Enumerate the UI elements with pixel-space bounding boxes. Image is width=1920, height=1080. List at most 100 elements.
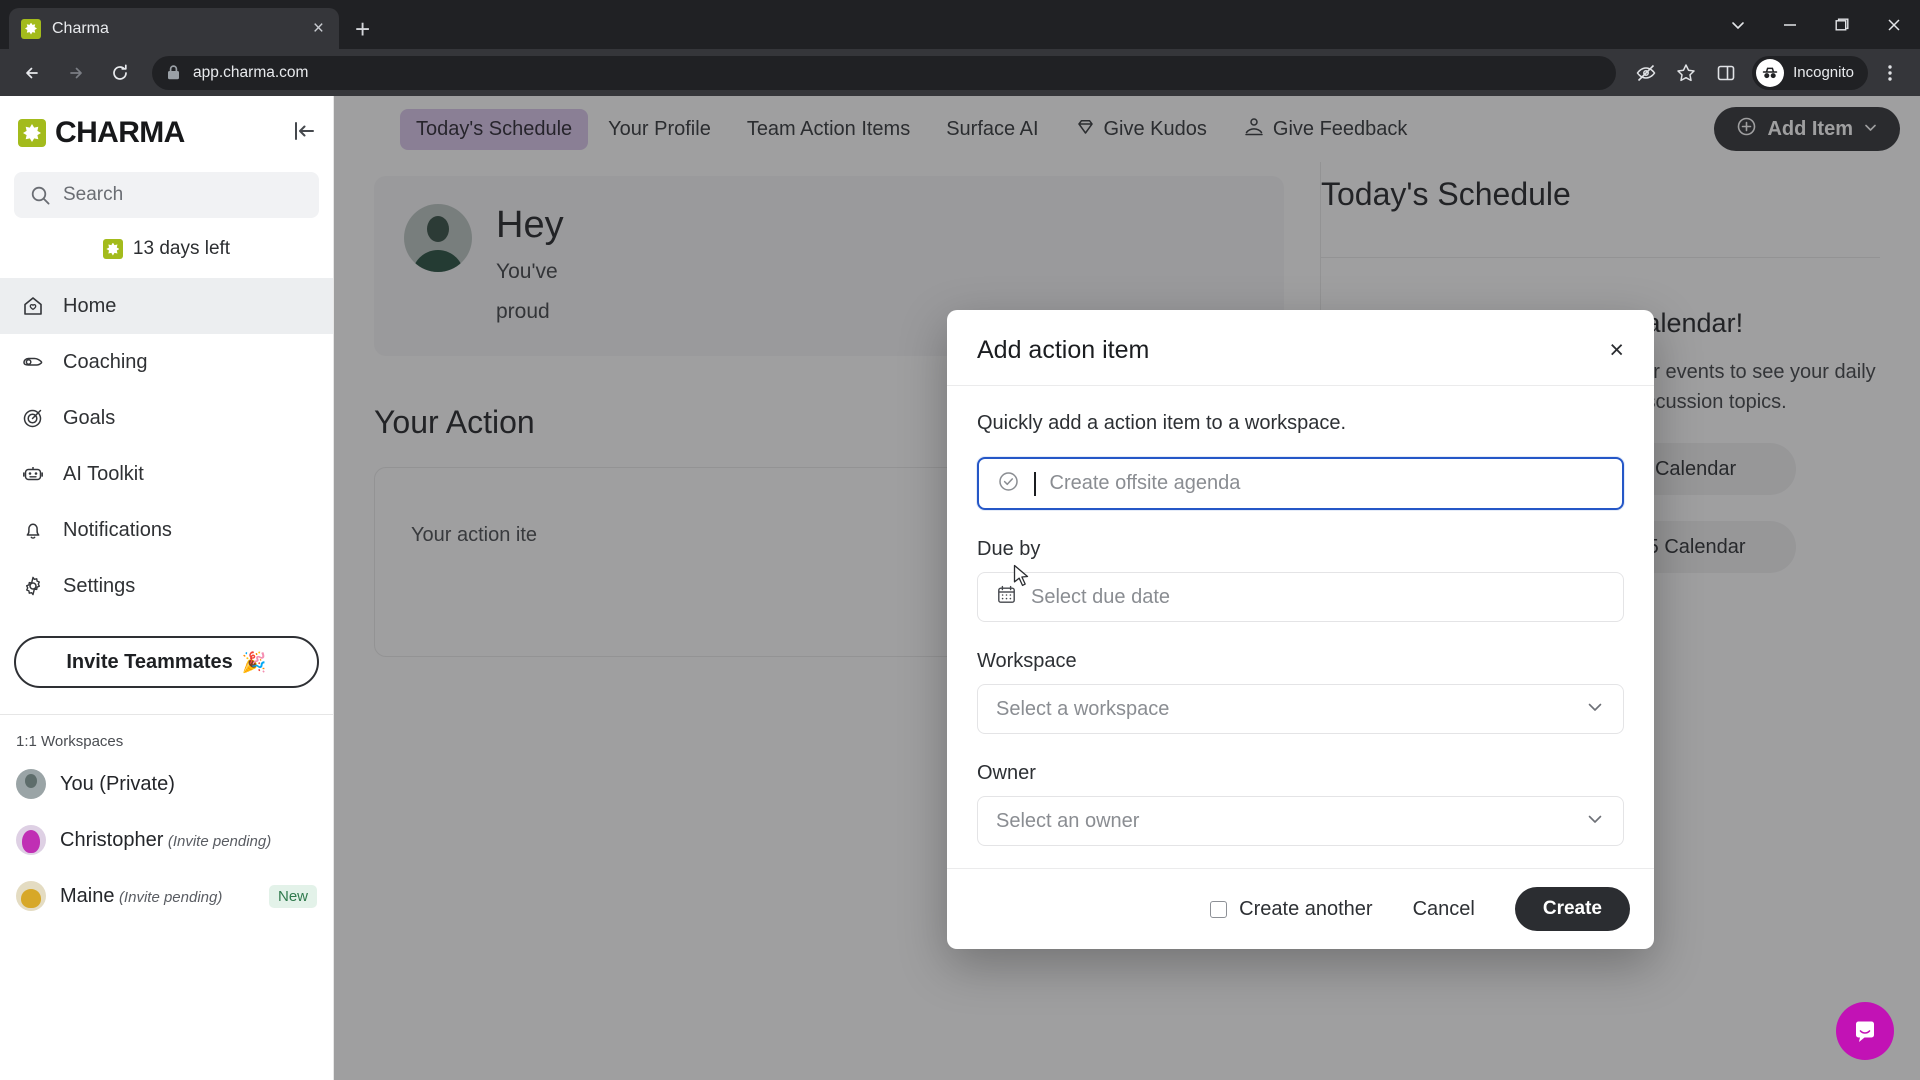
owner-select[interactable]: Select an owner [977, 796, 1624, 846]
create-another-checkbox[interactable]: Create another [1210, 897, 1373, 921]
gear-icon [20, 573, 46, 599]
sidebar-item-coaching[interactable]: Coaching [0, 334, 333, 390]
sidebar-item-label: Goals [63, 406, 116, 429]
url-text: app.charma.com [193, 63, 309, 81]
sidebar-item-home[interactable]: Home [0, 278, 333, 334]
chevron-down-icon [1585, 697, 1605, 722]
search-placeholder: Search [63, 184, 124, 205]
brand[interactable]: CHARMA [0, 108, 333, 156]
intercom-chat-icon [1856, 1021, 1874, 1042]
browser-omnibar: app.charma.com Incognito [0, 49, 1920, 96]
close-icon[interactable] [1868, 0, 1920, 49]
main-content: Today's Schedule Your Profile Team Actio… [334, 96, 1920, 1080]
workspace-status: (Invite pending) [167, 832, 272, 850]
list-item[interactable]: Christopher (Invite pending) [0, 812, 333, 868]
charma-logo-icon [18, 119, 46, 147]
star-icon[interactable] [1668, 55, 1704, 91]
due-date-placeholder: Select due date [1031, 585, 1170, 608]
workspaces-header: 1:1 Workspaces [16, 733, 124, 750]
modal-title: Add action item [977, 336, 1150, 364]
action-item-title-input[interactable]: Create offsite agenda [977, 457, 1624, 510]
charma-badge-icon [102, 239, 123, 259]
robot-icon [20, 461, 46, 487]
create-another-label: Create another [1239, 897, 1373, 920]
browser-tab[interactable]: Charma × [9, 8, 339, 49]
lock-icon [168, 65, 179, 80]
checkbox-box[interactable] [1210, 900, 1228, 918]
window-controls [1712, 0, 1920, 49]
profile-incognito-chip[interactable]: Incognito [1752, 55, 1868, 90]
new-tab-button[interactable]: + [355, 16, 370, 42]
sidebar-item-label: Notifications [63, 518, 172, 541]
check-circle-icon [997, 470, 1020, 498]
modal-footer: Create another Cancel Create [947, 868, 1654, 949]
sidebar-item-goals[interactable]: Goals [0, 390, 333, 446]
workspace-name: Maine [60, 884, 115, 907]
charma-favicon-icon [21, 18, 41, 39]
trial-days-left: 13 days left [132, 238, 231, 259]
workspace-label: Workspace [977, 650, 1077, 672]
owner-label: Owner [977, 762, 1036, 784]
tab-close-icon[interactable]: × [310, 16, 327, 41]
workspace-status: (Invite pending) [118, 888, 223, 906]
invite-teammates-button[interactable]: Invite Teammates 🎉 [14, 636, 319, 688]
modal-header: Add action item × [947, 310, 1654, 386]
party-popper-icon: 🎉 [241, 651, 267, 674]
omnibar-actions: Incognito [1628, 55, 1908, 91]
browser-tabstrip: Charma × + [0, 0, 1920, 49]
modal-description: Quickly add a action item to a workspace… [977, 412, 1347, 434]
avatar [16, 769, 46, 799]
sidebar-item-label: Coaching [63, 350, 148, 373]
maximize-icon[interactable] [1816, 0, 1868, 49]
sidebar-item-settings[interactable]: Settings [0, 558, 333, 614]
create-button[interactable]: Create [1514, 887, 1630, 931]
invite-label: Invite Teammates [66, 650, 233, 673]
tab-search-icon[interactable] [1712, 0, 1764, 49]
list-item[interactable]: Maine (Invite pending) New [0, 868, 333, 924]
owner-placeholder: Select an owner [996, 809, 1140, 832]
workspace-name: Christopher [60, 828, 164, 851]
status-badge: New [268, 884, 317, 908]
back-icon[interactable] [12, 53, 52, 93]
menu-kebab-icon[interactable] [1872, 55, 1908, 91]
title-placeholder: Create offsite agenda [1049, 472, 1241, 494]
minimize-icon[interactable] [1764, 0, 1816, 49]
intercom-chat-button[interactable] [1836, 1002, 1894, 1060]
reload-icon[interactable] [100, 53, 140, 93]
search-icon [31, 186, 50, 204]
search-input[interactable]: Search [14, 172, 319, 218]
trial-banner[interactable]: 13 days left [0, 238, 333, 260]
collapse-sidebar-icon[interactable] [291, 118, 317, 149]
chevron-down-icon [1585, 809, 1605, 834]
cancel-button[interactable]: Cancel [1403, 892, 1485, 927]
text-caret [1034, 471, 1036, 496]
calendar-icon [996, 584, 1017, 610]
coaching-icon [20, 349, 46, 375]
sidebar-nav: Home Coaching Goals AI Toolkit Notificat… [0, 278, 333, 614]
address-bar[interactable]: app.charma.com [152, 55, 1617, 90]
due-date-field[interactable]: Select due date [977, 572, 1624, 622]
browser-window: Charma × + app.charma.com Incognito CHAR… [0, 0, 1920, 1080]
close-icon[interactable]: × [1609, 338, 1624, 363]
eye-off-icon[interactable] [1628, 55, 1664, 91]
sidebar-item-label: AI Toolkit [63, 462, 144, 485]
sidebar-item-label: Home [63, 294, 117, 317]
avatar [16, 825, 46, 855]
app-root: CHARMA Search 13 days left Home Coaching… [0, 96, 1920, 1080]
sidebar-item-label: Settings [63, 574, 136, 597]
workspace-select[interactable]: Select a workspace [977, 684, 1624, 734]
home-icon [20, 293, 46, 319]
workspace-placeholder: Select a workspace [996, 697, 1170, 720]
goals-target-icon [20, 405, 46, 431]
sidebar-item-ai-toolkit[interactable]: AI Toolkit [0, 446, 333, 502]
workspace-name: You (Private) [60, 772, 175, 795]
list-item[interactable]: You (Private) [0, 756, 333, 812]
side-panel-icon[interactable] [1708, 55, 1744, 91]
modal-body: Quickly add a action item to a workspace… [947, 386, 1654, 868]
bell-icon [20, 517, 46, 543]
sidebar-item-notifications[interactable]: Notifications [0, 502, 333, 558]
incognito-avatar-icon [1756, 58, 1785, 87]
tab-title: Charma [52, 19, 109, 37]
avatar [16, 881, 46, 911]
forward-icon[interactable] [56, 53, 96, 93]
